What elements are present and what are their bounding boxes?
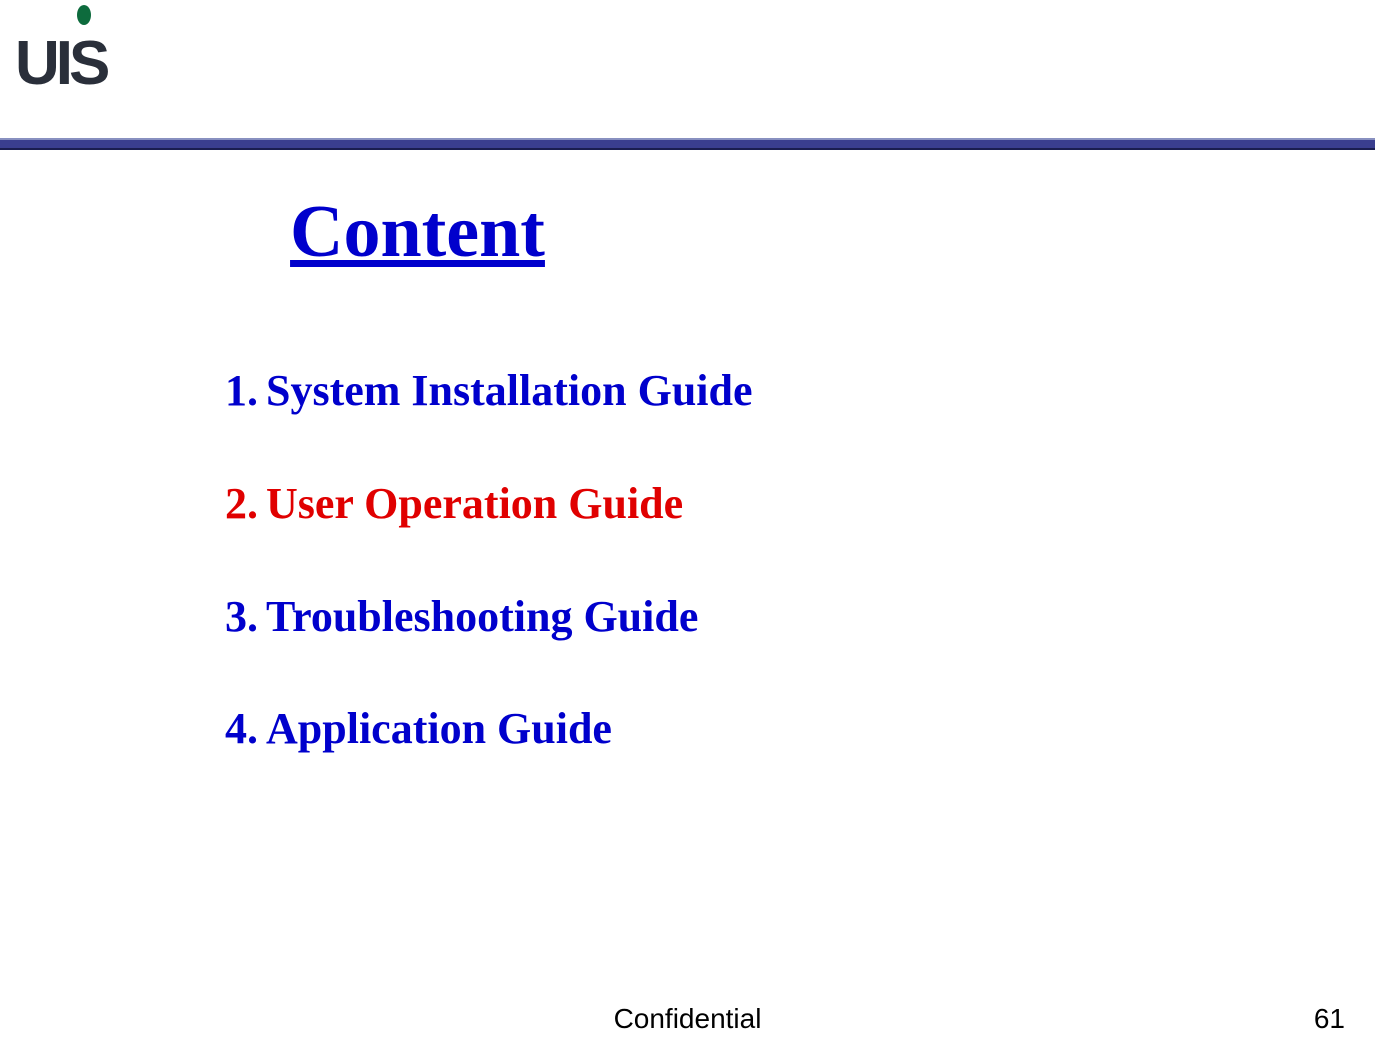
toc-list: 1.System Installation Guide 2.User Opera… <box>225 365 1375 756</box>
toc-item-4: 4.Application Guide <box>225 703 1375 756</box>
toc-number: 2. <box>225 479 258 528</box>
header-divider <box>0 138 1375 150</box>
toc-item-2: 2.User Operation Guide <box>225 478 1375 531</box>
toc-label: Troubleshooting Guide <box>266 592 698 641</box>
page-number: 61 <box>1314 1003 1345 1035</box>
toc-number: 3. <box>225 592 258 641</box>
slide-title: Content <box>0 190 1375 275</box>
footer-confidential: Confidential <box>614 1003 762 1035</box>
slide-content: Content 1.System Installation Guide 2.Us… <box>0 190 1375 816</box>
toc-label: User Operation Guide <box>266 479 683 528</box>
logo-text: UIS <box>15 33 106 95</box>
toc-item-3: 3.Troubleshooting Guide <box>225 591 1375 644</box>
logo: UIS <box>15 5 145 115</box>
toc-number: 1. <box>225 366 258 415</box>
toc-number: 4. <box>225 704 258 753</box>
toc-label: Application Guide <box>266 704 612 753</box>
logo-dot-icon <box>77 5 91 25</box>
toc-item-1: 1.System Installation Guide <box>225 365 1375 418</box>
toc-label: System Installation Guide <box>266 366 753 415</box>
